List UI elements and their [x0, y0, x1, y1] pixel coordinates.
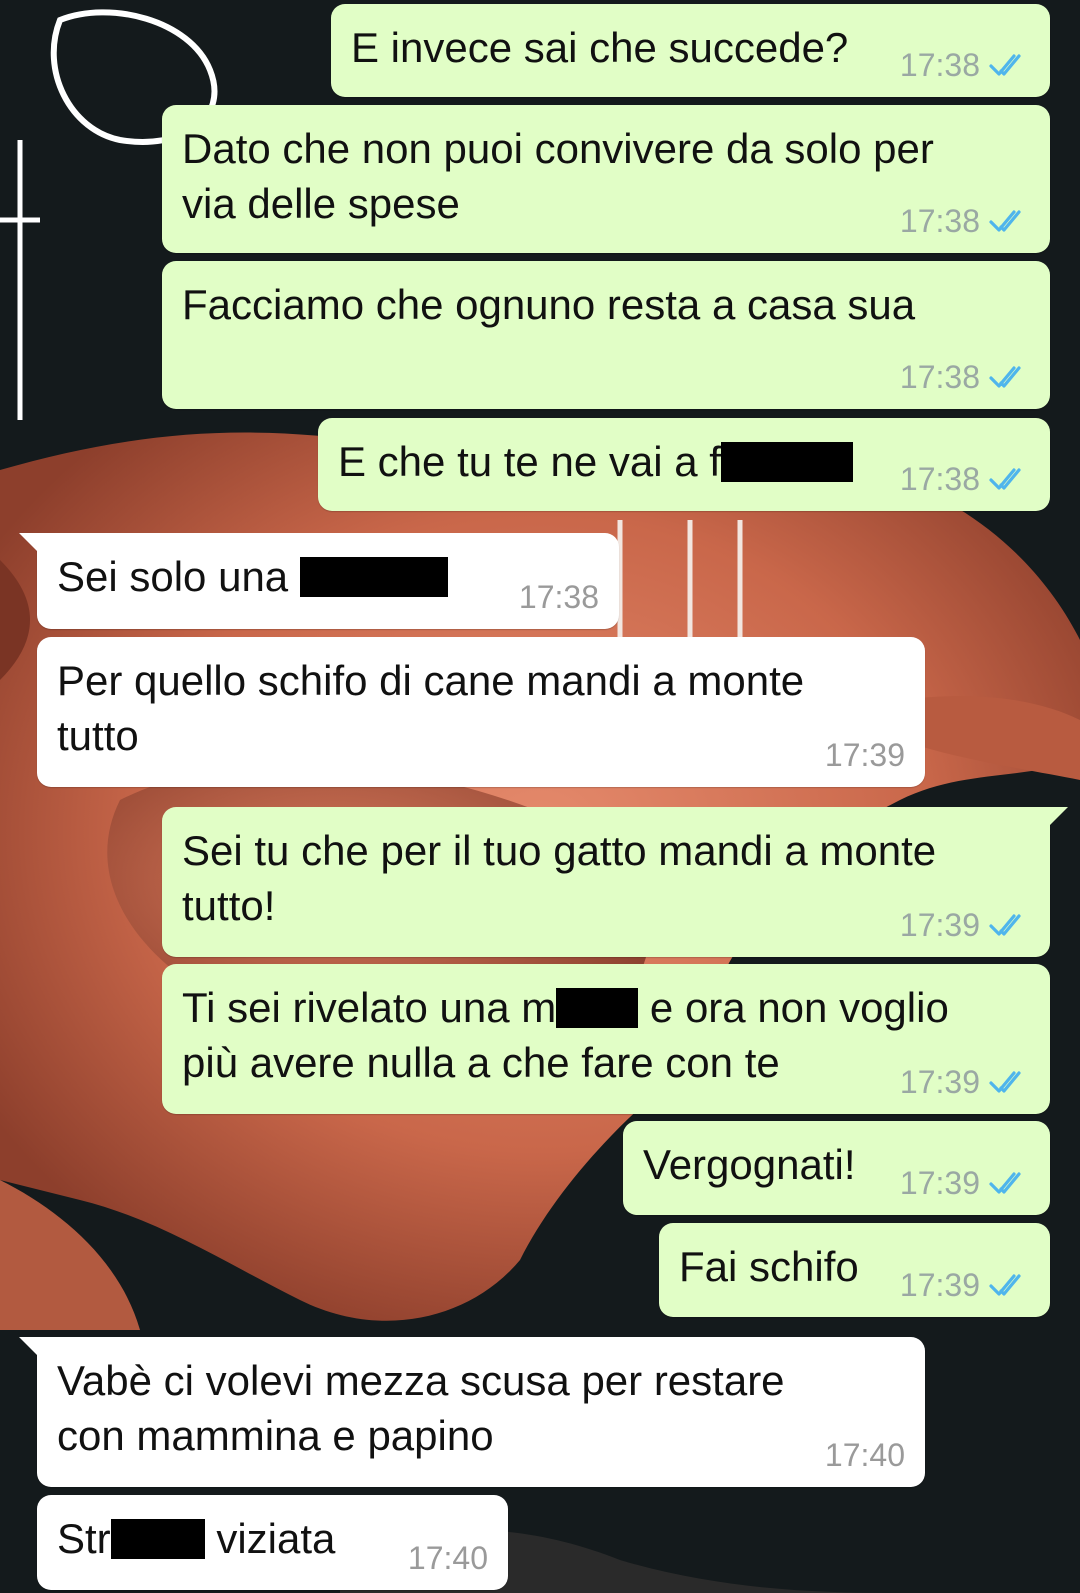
message-text: Facciamo che ognuno resta a casa sua — [182, 281, 916, 328]
outgoing-message[interactable]: Vergognati! 17:39 — [623, 1121, 1050, 1215]
message-line: con mammina e papino — [57, 1412, 494, 1459]
message-meta: 17:39 — [825, 737, 905, 773]
message-meta: 17:39 — [900, 1267, 1030, 1303]
outgoing-message[interactable]: Fai schifo 17:39 — [659, 1223, 1050, 1317]
double-check-icon — [989, 210, 1021, 232]
message-meta: 17:38 — [900, 359, 1030, 395]
message-time: 17:40 — [407, 1540, 488, 1576]
outgoing-message[interactable]: Ti sei rivelato una m e ora non voglio p… — [162, 964, 1050, 1114]
message-line: via delle spese — [182, 180, 460, 227]
message-time: 17:39 — [899, 907, 980, 943]
outgoing-message[interactable]: Facciamo che ognuno resta a casa sua 17:… — [162, 261, 1050, 409]
message-line: tutto — [57, 712, 139, 759]
message-line: Vabè ci volevi mezza scusa per restare — [57, 1357, 785, 1404]
message-time: 17:38 — [899, 47, 980, 83]
message-meta: 17:39 — [900, 1165, 1030, 1201]
incoming-message[interactable]: Vabè ci volevi mezza scusa per restare c… — [19, 1337, 925, 1487]
message-time: 17:38 — [899, 461, 980, 497]
message-line: tutto! — [182, 882, 276, 929]
message-time: 17:38 — [899, 359, 980, 395]
double-check-icon — [989, 366, 1021, 388]
bubble-tail — [1046, 807, 1068, 829]
message-text: Dato che non puoi convivere da solo per … — [182, 121, 934, 231]
double-check-icon — [989, 914, 1021, 936]
redaction-bar — [720, 442, 853, 482]
message-text: Sei tu che per il tuo gatto mandi a mont… — [182, 823, 936, 933]
message-meta: 17:38 — [900, 461, 1030, 497]
message-meta: 17:40 — [408, 1540, 488, 1576]
message-text: Per quello schifo di cane mandi a monte … — [57, 653, 804, 763]
outgoing-message[interactable]: E che tu te ne vai a f 17:38 — [318, 418, 1050, 511]
message-text: Ti sei rivelato una m e ora non voglio p… — [182, 980, 949, 1090]
outgoing-message[interactable]: Sei tu che per il tuo gatto mandi a mont… — [162, 807, 1068, 957]
message-text-visible: e ora non voglio — [649, 984, 949, 1031]
message-text: Str viziata — [57, 1511, 335, 1566]
incoming-message[interactable]: Str viziata 17:40 — [37, 1495, 508, 1590]
bubble-tail — [19, 1337, 41, 1359]
message-time: 17:39 — [824, 737, 905, 773]
message-line: Per quello schifo di cane mandi a monte — [57, 657, 805, 704]
message-text: Vergognati! — [643, 1141, 856, 1188]
incoming-message[interactable]: Per quello schifo di cane mandi a monte … — [37, 637, 925, 787]
message-line: Dato che non puoi convivere da solo per — [182, 125, 934, 172]
message-text-visible: Str — [57, 1515, 111, 1562]
redaction-bar — [299, 557, 448, 597]
message-line: Sei tu che per il tuo gatto mandi a mont… — [182, 827, 937, 874]
message-time: 17:39 — [899, 1267, 980, 1303]
message-text: E che tu te ne vai a f — [338, 434, 853, 489]
message-text: Sei solo una — [57, 549, 448, 604]
message-time: 17:38 — [899, 203, 980, 239]
double-check-icon — [989, 1071, 1021, 1093]
double-check-icon — [989, 54, 1021, 76]
message-text: Fai schifo — [679, 1243, 859, 1290]
message-line: Ti sei rivelato una m e ora non voglio — [182, 980, 949, 1035]
message-meta: 17:38 — [900, 47, 1030, 83]
message-text: Vabè ci volevi mezza scusa per restare c… — [57, 1353, 785, 1463]
double-check-icon — [989, 1274, 1021, 1296]
message-meta: 17:40 — [825, 1437, 905, 1473]
message-time: 17:38 — [518, 579, 599, 615]
double-check-icon — [989, 1172, 1021, 1194]
message-text-visible: E che tu te ne vai a f — [338, 438, 721, 485]
message-text-visible: Ti sei rivelato una m — [182, 984, 557, 1031]
message-time: 17:39 — [899, 1064, 980, 1100]
message-meta: 17:39 — [900, 907, 1030, 943]
outgoing-message[interactable]: E invece sai che succede? 17:38 — [331, 4, 1050, 97]
message-meta: 17:38 — [519, 579, 599, 615]
message-meta: 17:39 — [900, 1064, 1030, 1100]
redaction-bar — [556, 988, 639, 1028]
bubble-tail — [19, 533, 41, 555]
double-check-icon — [989, 468, 1021, 490]
outgoing-message[interactable]: Dato che non puoi convivere da solo per … — [162, 105, 1050, 253]
message-text-visible: Sei solo una — [57, 553, 289, 600]
incoming-message[interactable]: Sei solo una 17:38 — [19, 533, 619, 629]
message-line: più avere nulla a che fare con te — [182, 1039, 780, 1086]
message-time: 17:40 — [824, 1437, 905, 1473]
message-text: E invece sai che succede? — [351, 24, 849, 71]
redaction-bar — [110, 1519, 205, 1559]
message-text-visible: viziata — [216, 1515, 336, 1562]
message-time: 17:39 — [899, 1165, 980, 1201]
message-meta: 17:38 — [900, 203, 1030, 239]
